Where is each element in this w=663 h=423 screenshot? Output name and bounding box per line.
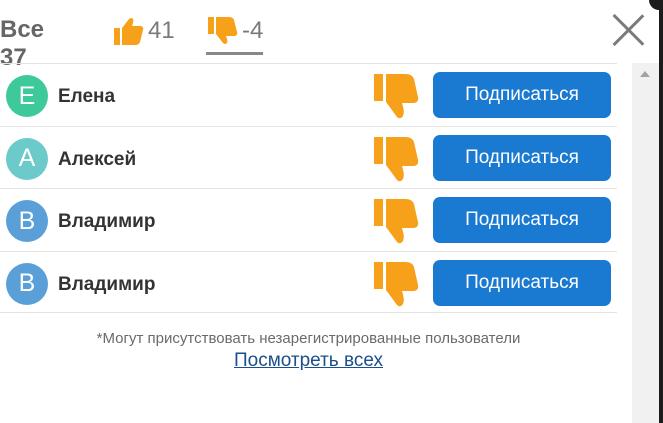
tab-dislikes[interactable]: -4 <box>206 16 264 55</box>
avatar[interactable]: A <box>6 137 48 180</box>
subscribe-button[interactable]: Подписаться <box>433 259 611 306</box>
thumbs-down-icon <box>372 135 420 185</box>
window-edge <box>659 0 663 423</box>
thumbs-down-icon <box>372 72 420 122</box>
list-item: A Алексей Подписаться <box>0 125 617 189</box>
avatar[interactable]: B <box>6 200 48 242</box>
user-list: E Елена Подписаться A Алексей Подписаться B Вла… <box>0 63 617 313</box>
subscribe-button[interactable]: Подписаться <box>433 72 611 118</box>
user-name[interactable]: Алексей <box>58 149 136 171</box>
dislikes-count: -4 <box>242 17 264 44</box>
thumbs-up-icon <box>114 18 144 45</box>
tab-likes[interactable]: 41 <box>112 16 175 46</box>
likes-count: 41 <box>148 17 175 44</box>
list-item: E Елена Подписаться <box>0 63 617 126</box>
user-name[interactable]: Владимир <box>58 211 155 233</box>
thumbs-down-icon <box>208 17 238 44</box>
thumbs-down-icon <box>372 197 420 247</box>
view-all-container: Посмотреть всех <box>0 350 617 372</box>
close-icon[interactable] <box>611 13 645 47</box>
subscribe-button[interactable]: Подписаться <box>433 134 611 181</box>
scroll-up-arrow-icon[interactable] <box>640 71 650 77</box>
list-item: B Владимир Подписаться <box>0 188 617 251</box>
avatar[interactable]: E <box>6 75 48 117</box>
view-all-link[interactable]: Посмотреть всех <box>234 350 383 371</box>
scrollbar[interactable] <box>632 63 659 423</box>
window-edge-corner <box>649 0 663 10</box>
list-item: B Владимир Подписаться <box>0 250 617 313</box>
unregistered-note: *Могут присутствовать незарегистрированн… <box>96 330 521 347</box>
reactions-dialog: Все 37 41 -4 E Елена Подписаться A Алексей По… <box>0 0 663 423</box>
avatar[interactable]: B <box>6 262 48 305</box>
thumbs-down-icon <box>372 260 420 310</box>
subscribe-button[interactable]: Подписаться <box>433 197 611 243</box>
user-name[interactable]: Владимир <box>58 274 155 296</box>
user-name[interactable]: Елена <box>58 86 115 108</box>
